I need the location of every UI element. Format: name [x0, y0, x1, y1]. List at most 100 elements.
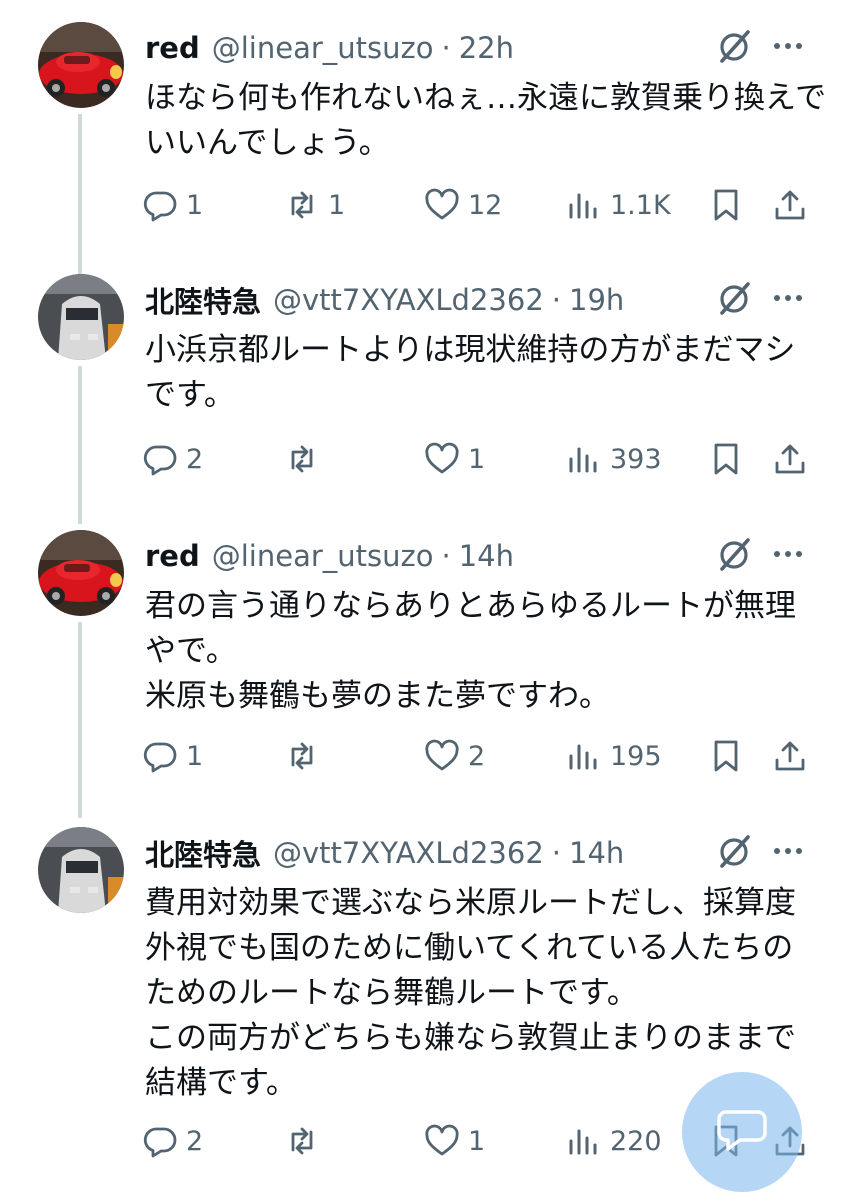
grok-icon[interactable]	[714, 278, 754, 318]
reply-count: 2	[186, 1125, 204, 1157]
like-count: 1	[468, 443, 486, 475]
new-message-icon	[717, 1110, 767, 1151]
tweet-text-line: やで。	[145, 633, 237, 669]
bookmark-icon	[714, 189, 738, 221]
view-count: 1.1K	[610, 189, 671, 221]
tweet-text-line: 外視でも国のために働いてくれている人たちの	[145, 930, 794, 966]
action-bar: 1 1 12 1.1K	[0, 181, 848, 229]
timestamp[interactable]: 14h	[459, 539, 514, 573]
like-button[interactable]: 2	[424, 732, 485, 780]
tweet-text-line: この両方がどちらも嫌なら敦賀止まりのままで	[145, 1020, 796, 1056]
bar-chart-icon	[569, 744, 597, 770]
user-handle[interactable]: @linear_utsuzo	[212, 31, 434, 65]
like-button[interactable]: 1	[424, 435, 485, 483]
bar-chart-icon	[569, 1129, 597, 1155]
bookmark-icon	[714, 740, 738, 772]
repost-count: 1	[328, 189, 346, 221]
views-button[interactable]: 393	[566, 435, 662, 483]
action-bar: 2 1 393	[0, 435, 848, 483]
avatar[interactable]	[38, 22, 124, 108]
tweet-header: red @linear_utsuzo · 14h	[145, 536, 514, 576]
reply-count: 1	[186, 740, 204, 772]
more-options-icon[interactable]	[768, 278, 808, 318]
bookmark-icon	[714, 443, 738, 475]
avatar[interactable]	[38, 530, 124, 616]
repost-button[interactable]	[284, 435, 328, 483]
tweet-header: 北陸特急 @vtt7XYAXLd2362 · 14h	[145, 833, 624, 873]
separator: ·	[551, 283, 561, 317]
timestamp[interactable]: 19h	[569, 283, 624, 317]
tweet-text: 費用対効果で選ぶなら米原ルートだし、採算度 外視でも国のために働いてくれている人…	[145, 881, 825, 1106]
tweet-text-line: 費用対効果で選ぶなら米原ルートだし、採算度	[145, 885, 796, 921]
tweet-text: 君の言う通りならありとあらゆるルートが無理 やで。 米原も舞鶴も夢のまた夢ですわ…	[145, 584, 825, 719]
views-button[interactable]: 220	[566, 1117, 662, 1165]
avatar[interactable]	[38, 274, 124, 360]
reply-button[interactable]: 2	[142, 435, 203, 483]
tweet-text-line: ためのルートなら舞鶴ルートです。	[145, 975, 638, 1011]
compose-message-button[interactable]	[682, 1072, 802, 1192]
tweet-text: 小浜京都ルートよりは現状維持の方がまだマシ です。	[145, 328, 825, 418]
bar-chart-icon	[569, 447, 597, 473]
repost-arrows-icon	[291, 445, 313, 473]
reply-button[interactable]: 1	[142, 181, 203, 229]
display-name[interactable]: 北陸特急	[145, 279, 261, 321]
reply-bubble-icon	[143, 191, 177, 222]
tweet-text-line: 米原も舞鶴も夢のまた夢ですわ。	[145, 678, 610, 714]
tweet-text-line: です。	[145, 377, 235, 413]
grok-icon[interactable]	[714, 534, 754, 574]
tweet-text-line: いいんでしょう。	[145, 125, 390, 161]
share-button[interactable]	[772, 181, 808, 229]
repost-button[interactable]	[284, 1117, 328, 1165]
bookmark-button[interactable]	[708, 435, 744, 483]
share-button[interactable]	[772, 435, 808, 483]
like-button[interactable]: 1	[424, 1117, 485, 1165]
share-upload-icon	[775, 190, 805, 220]
user-handle[interactable]: @vtt7XYAXLd2362	[273, 836, 544, 870]
separator: ·	[441, 539, 451, 573]
action-bar: 1 2 195	[0, 732, 848, 780]
repost-arrows-icon	[291, 191, 313, 219]
display-name[interactable]: 北陸特急	[145, 832, 261, 874]
more-options-icon[interactable]	[768, 26, 808, 66]
user-handle[interactable]: @vtt7XYAXLd2362	[273, 283, 544, 317]
grok-icon[interactable]	[714, 831, 754, 871]
repost-arrows-icon	[291, 1127, 313, 1155]
views-button[interactable]: 1.1K	[566, 181, 671, 229]
reply-count: 1	[186, 189, 204, 221]
view-count: 393	[610, 443, 662, 475]
thread-line	[78, 622, 82, 818]
share-upload-icon	[775, 741, 805, 771]
tweet-text-line: ほなら何も作れないねぇ…永遠に敦賀乗り換えで	[145, 80, 827, 116]
timestamp[interactable]: 14h	[569, 836, 624, 870]
repost-button[interactable]	[284, 732, 328, 780]
display-name[interactable]: red	[145, 31, 200, 65]
reply-bubble-icon	[143, 445, 177, 476]
share-button[interactable]	[772, 732, 808, 780]
more-options-icon[interactable]	[768, 534, 808, 574]
share-upload-icon	[775, 444, 805, 474]
bookmark-button[interactable]	[708, 181, 744, 229]
bookmark-button[interactable]	[708, 732, 744, 780]
display-name[interactable]: red	[145, 539, 200, 573]
heart-icon	[425, 442, 459, 474]
heart-icon	[425, 188, 459, 220]
views-button[interactable]: 195	[566, 732, 662, 780]
like-count: 12	[468, 189, 503, 221]
more-options-icon[interactable]	[768, 831, 808, 871]
reply-button[interactable]: 1	[142, 732, 203, 780]
like-count: 1	[468, 1125, 486, 1157]
repost-button[interactable]: 1	[284, 181, 345, 229]
user-handle[interactable]: @linear_utsuzo	[212, 539, 434, 573]
tweet-header: 北陸特急 @vtt7XYAXLd2362 · 19h	[145, 280, 624, 320]
reply-button[interactable]: 2	[142, 1117, 203, 1165]
timestamp[interactable]: 22h	[459, 31, 514, 65]
avatar[interactable]	[38, 827, 124, 913]
heart-icon	[425, 1124, 459, 1156]
like-count: 2	[468, 740, 486, 772]
grok-icon[interactable]	[714, 26, 754, 66]
reply-bubble-icon	[143, 1127, 177, 1158]
tweet-text: ほなら何も作れないねぇ…永遠に敦賀乗り換えで いいんでしょう。	[145, 76, 827, 166]
like-button[interactable]: 12	[424, 181, 502, 229]
reply-count: 2	[186, 443, 204, 475]
view-count: 195	[610, 740, 662, 772]
